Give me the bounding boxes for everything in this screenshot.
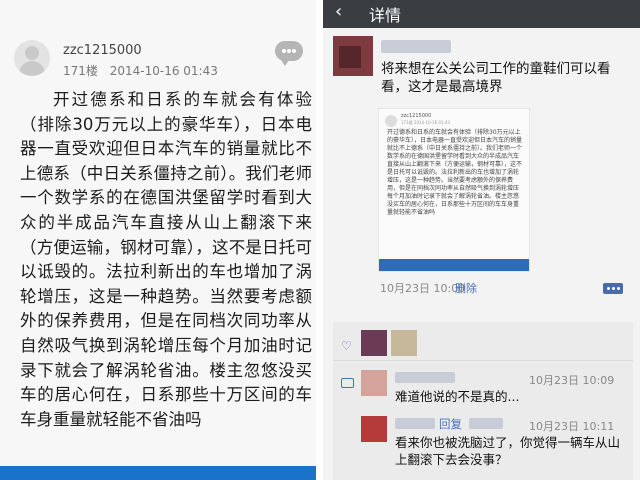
post-meta: 171楼 2014-10-16 01:43 xyxy=(63,62,226,79)
comment-text[interactable]: 难道他说的不是真的... xyxy=(395,388,625,405)
right-screenshot-panel: ‹ 详情 将来想在公关公司工作的童鞋们可以看看，这才是最高境界 zzc12150… xyxy=(323,0,640,480)
moment-text: 将来想在公关公司工作的童鞋们可以看看，这才是最高境界 xyxy=(381,61,611,95)
divider xyxy=(333,360,633,361)
comment-time: 10月23日 10:09 xyxy=(529,374,615,387)
thumb-username: zzc1215000 xyxy=(401,113,432,119)
poster-name-blurred[interactable] xyxy=(381,40,451,53)
commenter-name-blurred[interactable] xyxy=(395,418,435,429)
poster-avatar[interactable] xyxy=(333,36,373,76)
reply-label: 回复 xyxy=(439,417,462,431)
post-datetime: 2014-10-16 01:43 xyxy=(109,64,218,78)
comment-time: 10月23日 10:11 xyxy=(529,420,615,433)
thumb-bottom-bar xyxy=(379,259,529,271)
moment-time: 10月23日 10:00 xyxy=(380,282,466,295)
commenter-avatar[interactable] xyxy=(361,370,387,396)
reply-target-blurred[interactable] xyxy=(469,418,503,429)
post-content: 开过德系和日系的车就会有体验（排除30万元以上的豪华车），日本电器一直受欢迎但日… xyxy=(20,90,312,429)
thumb-avatar xyxy=(385,115,397,127)
post-floor: 171楼 xyxy=(63,64,98,78)
title-bar: ‹ 详情 xyxy=(323,0,640,28)
thumb-meta: 171楼 2014-10-16 01:43 xyxy=(401,120,450,125)
likes-comments-box: ♡ 10月23日 10:09 难道他说的不是真的... 回复 10月23日 10… xyxy=(333,322,633,480)
commenter-avatar[interactable] xyxy=(361,416,387,442)
commenter-name-blurred[interactable] xyxy=(395,372,455,383)
comment-text[interactable]: 看来你也被洗脑过了，你觉得一辆车从山上翻滚下去会没事？ xyxy=(395,434,627,468)
comment-icon xyxy=(341,378,354,388)
bottom-toolbar xyxy=(0,466,316,480)
attached-image-thumbnail[interactable]: zzc1215000 171楼 2014-10-16 01:43 开过德系和日系… xyxy=(378,108,530,272)
page-title: 详情 xyxy=(369,6,402,25)
thumb-content: 开过德系和日系的车就会有体验（排除30万元以上的豪华车），日本电器一直受欢迎但日… xyxy=(387,129,523,216)
liker-avatar[interactable] xyxy=(391,330,417,356)
post-username[interactable]: zzc1215000 xyxy=(63,43,142,58)
left-screenshot-panel: zzc1215000 171楼 2014-10-16 01:43 开过德系和日系… xyxy=(0,0,316,480)
more-options-icon[interactable] xyxy=(603,283,623,294)
reply-bubble-icon[interactable] xyxy=(275,41,303,66)
watermark xyxy=(18,6,72,32)
user-avatar[interactable] xyxy=(14,40,50,76)
liker-avatar[interactable] xyxy=(361,330,387,356)
back-button[interactable]: ‹ xyxy=(335,1,342,22)
delete-link[interactable]: 删除 xyxy=(455,280,477,296)
heart-icon: ♡ xyxy=(341,339,352,353)
